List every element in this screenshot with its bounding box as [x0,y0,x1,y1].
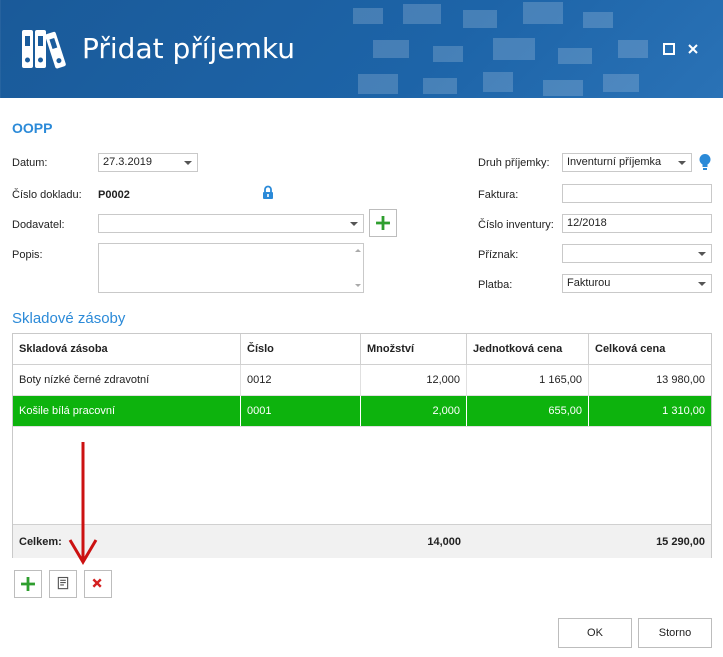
section-title: OOPP [12,120,53,136]
chevron-down-icon[interactable] [698,252,706,256]
chevron-down-icon[interactable] [678,161,686,165]
cancel-button[interactable]: Storno [638,618,712,648]
row-cell: 655,00 [467,396,589,426]
grid-footer: Celkem: 14,000 15 290,00 [13,524,711,558]
cislo-dokladu-value: P0002 [98,189,130,201]
table-row[interactable]: Boty nízké černé zdravotní 0012 12,000 1… [13,365,711,396]
priznak-label: Příznak: [478,249,519,261]
priznak-field[interactable] [562,244,712,263]
cislo-inventury-input[interactable]: 12/2018 [562,214,712,233]
row-cell: 1 165,00 [467,365,589,395]
scroll-down-icon[interactable] [355,284,361,287]
scroll-up-icon[interactable] [355,249,361,252]
row-cell: Košile bílá pracovní [13,396,241,426]
add-supplier-button[interactable] [369,209,397,237]
annotation-arrow-icon [68,442,98,565]
column-header[interactable]: Množství [361,334,467,364]
druh-value: Inventurní příjemka [567,156,662,168]
platba-value: Fakturou [567,277,611,289]
title-bar-pattern [353,2,648,96]
footer-total: 15 290,00 [656,535,705,548]
row-cell: 2,000 [361,396,467,426]
delete-item-button[interactable] [84,570,112,598]
footer-label: Celkem: [19,535,62,548]
faktura-input[interactable] [562,184,712,203]
lightbulb-icon[interactable] [698,153,712,171]
cislo-inventury-label: Číslo inventury: [478,219,554,231]
row-cell: 0001 [241,396,361,426]
window-title: Přidat příjemku [82,32,295,65]
platba-label: Platba: [478,279,513,291]
maximize-icon[interactable] [662,42,676,56]
add-item-button[interactable] [14,570,42,598]
document-icon [57,576,69,590]
datum-label: Datum: [12,157,48,169]
datum-field[interactable]: 27.3.2019 [98,153,198,172]
cislo-inventury-value: 12/2018 [567,217,607,229]
stock-grid: Skladová zásoba Číslo Množství Jednotkov… [12,333,712,558]
row-cell: 1 310,00 [662,405,705,417]
cislo-dokladu-label: Číslo dokladu: [12,189,82,201]
lock-icon[interactable] [262,185,274,200]
popis-label: Popis: [12,249,43,261]
chevron-down-icon[interactable] [698,282,706,286]
plus-icon [376,216,390,230]
row-cell: 0012 [241,365,361,395]
grid-header: Skladová zásoba Číslo Množství Jednotkov… [13,334,711,365]
edit-item-button[interactable] [49,570,77,598]
chevron-down-icon[interactable] [184,161,192,165]
druh-field[interactable]: Inventurní příjemka [562,153,692,172]
column-header[interactable]: Skladová zásoba [13,334,241,364]
column-header[interactable]: Celková cena [589,334,711,364]
column-header[interactable]: Číslo [241,334,361,364]
row-cell: 13 980,00 [656,374,705,386]
dodavatel-field[interactable] [98,214,364,233]
column-header[interactable]: Jednotková cena [467,334,589,364]
footer-quantity: 14,000 [427,535,461,548]
druh-label: Druh příjemky: [478,157,550,169]
popis-textarea[interactable] [98,243,364,293]
close-icon[interactable] [686,42,700,56]
ok-button[interactable]: OK [558,618,632,648]
binders-icon [22,30,66,69]
row-cell: Boty nízké černé zdravotní [13,365,241,395]
platba-field[interactable]: Fakturou [562,274,712,293]
chevron-down-icon[interactable] [350,222,358,226]
delete-icon [92,578,102,588]
title-bar: Přidat příjemku [0,0,723,98]
table-row-selected[interactable]: Košile bílá pracovní 0001 2,000 655,00 1… [13,396,711,427]
datum-value: 27.3.2019 [103,156,152,168]
stock-section-title: Skladové zásoby [12,310,126,327]
plus-icon [21,577,35,591]
row-cell: 12,000 [361,365,467,395]
faktura-label: Faktura: [478,189,519,201]
dodavatel-label: Dodavatel: [12,219,65,231]
